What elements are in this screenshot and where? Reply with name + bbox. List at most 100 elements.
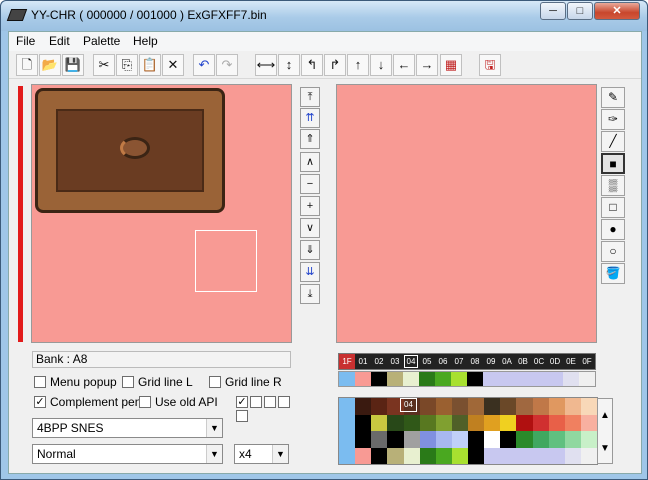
palette-cell[interactable] [419, 398, 436, 415]
rect-tool-button[interactable]: □ [601, 197, 625, 218]
palette-color-6[interactable] [435, 372, 451, 386]
palette-cell[interactable] [419, 414, 436, 431]
nav-page-up-fast-button[interactable]: ⇈ [300, 108, 320, 128]
flip-horizontal-button[interactable]: ⟷ [255, 54, 277, 76]
palette-cell[interactable] [355, 431, 372, 448]
palette-cell[interactable] [355, 398, 372, 415]
undo-button[interactable]: ↶ [193, 54, 215, 76]
shift-up-button[interactable]: ↑ [347, 54, 369, 76]
selection-cursor[interactable] [195, 230, 257, 292]
palette-cell[interactable] [468, 447, 485, 464]
filled-circle-tool-button[interactable]: ● [601, 219, 625, 240]
palette-color-1[interactable] [355, 372, 371, 386]
spin-up-button[interactable]: ▲ [598, 399, 612, 432]
palette-cell[interactable] [484, 398, 501, 415]
nav-plus-button[interactable]: + [300, 196, 320, 216]
fill-tool-button[interactable]: 🪣 [601, 263, 625, 284]
palette-cell[interactable] [339, 398, 356, 415]
edit-canvas[interactable] [336, 84, 597, 343]
palette-cell[interactable] [451, 447, 468, 464]
shift-left-button[interactable]: ← [393, 54, 415, 76]
palette-color-10[interactable] [499, 372, 515, 386]
palette-color-8[interactable] [467, 372, 483, 386]
palette-cell[interactable] [339, 431, 356, 448]
filled-rect-tool-button[interactable]: ■ [601, 153, 625, 174]
export-button[interactable]: 🖫 [479, 54, 501, 76]
palette-color-2[interactable] [371, 372, 387, 386]
palette-cell[interactable] [371, 398, 388, 415]
palette-cell[interactable] [500, 398, 517, 415]
palette-cell[interactable] [500, 447, 517, 464]
palette-cell[interactable] [516, 431, 533, 448]
new-button[interactable]: 🗋 [16, 54, 38, 76]
palette-cell[interactable] [548, 447, 565, 464]
palette-cell[interactable] [484, 447, 501, 464]
pen-tool-button[interactable]: ✎ [601, 87, 625, 108]
shift-down-button[interactable]: ↓ [370, 54, 392, 76]
palette-cell[interactable] [419, 447, 436, 464]
palette-color-5[interactable] [419, 372, 435, 386]
palette-color-12[interactable] [531, 372, 547, 386]
palette-cell[interactable] [339, 414, 356, 431]
palette-cell[interactable] [468, 398, 485, 415]
redo-button[interactable]: ↷ [216, 54, 238, 76]
palette-cell[interactable] [419, 431, 436, 448]
mini-checkbox-5[interactable] [236, 410, 248, 422]
rotate-right-button[interactable]: ↱ [324, 54, 346, 76]
menu-palette[interactable]: Palette [83, 34, 120, 48]
grid-line-l-checkbox[interactable] [122, 376, 134, 388]
fine-pen-tool-button[interactable]: ✑ [601, 109, 625, 130]
palette-color-9[interactable] [483, 372, 499, 386]
palette-cell[interactable] [532, 447, 549, 464]
palette-cell[interactable] [451, 398, 468, 415]
use-old-api-option[interactable]: Use old API [139, 395, 218, 409]
palette-index-2[interactable]: 02 [371, 354, 387, 369]
palette-index-7[interactable]: 07 [451, 354, 467, 369]
palette-cell[interactable] [435, 447, 452, 464]
palette-grid[interactable] [338, 397, 598, 465]
grid-line-r-checkbox[interactable] [209, 376, 221, 388]
palette-index-6[interactable]: 06 [435, 354, 451, 369]
palette-cell[interactable] [484, 431, 501, 448]
palette-index-10[interactable]: 0A [499, 354, 515, 369]
palette-index-14[interactable]: 0E [563, 354, 579, 369]
palette-cell[interactable] [355, 447, 372, 464]
current-palette-row[interactable] [338, 371, 596, 387]
palette-index-4[interactable]: 04 [403, 354, 419, 369]
palette-index-9[interactable]: 09 [483, 354, 499, 369]
nav-minus-button[interactable]: − [300, 174, 320, 194]
flip-vertical-button[interactable]: ↕ [278, 54, 300, 76]
palette-cell[interactable] [516, 398, 533, 415]
palette-cell[interactable] [580, 447, 597, 464]
palette-cell[interactable] [339, 447, 356, 464]
circle-tool-button[interactable]: ○ [601, 241, 625, 262]
rotate-left-button[interactable]: ↰ [301, 54, 323, 76]
cut-button[interactable]: ✂ [93, 54, 115, 76]
open-button[interactable]: 📂 [39, 54, 61, 76]
tile-canvas[interactable] [31, 84, 292, 343]
palette-cell[interactable] [468, 431, 485, 448]
palette-index-0[interactable]: 1F [339, 354, 355, 369]
palette-cell[interactable] [516, 414, 533, 431]
mini-checkbox-4[interactable] [278, 396, 290, 408]
palette-index-5[interactable]: 05 [419, 354, 435, 369]
palette-index-11[interactable]: 0B [515, 354, 531, 369]
menu-help[interactable]: Help [133, 34, 158, 48]
palette-color-11[interactable] [515, 372, 531, 386]
palette-cell[interactable] [548, 431, 565, 448]
title-bar[interactable]: YY-CHR ( 000000 / 001000 ) ExGFXFF7.bin … [1, 1, 647, 31]
palette-cell[interactable] [516, 447, 533, 464]
palette-cell[interactable] [387, 414, 404, 431]
palette-index-13[interactable]: 0D [547, 354, 563, 369]
palette-cell[interactable] [403, 447, 420, 464]
nav-up-button[interactable]: ∧ [300, 152, 320, 172]
palette-cell[interactable] [451, 414, 468, 431]
palette-cell[interactable] [435, 431, 452, 448]
palette-cell[interactable] [564, 447, 581, 464]
nav-down-button[interactable]: ∨ [300, 218, 320, 238]
palette-cell[interactable] [468, 414, 485, 431]
palette-cell[interactable] [580, 431, 597, 448]
palette-cell[interactable] [435, 398, 452, 415]
complement-pen-option[interactable]: ✓ Complement pen [34, 395, 141, 409]
palette-cell[interactable] [387, 447, 404, 464]
